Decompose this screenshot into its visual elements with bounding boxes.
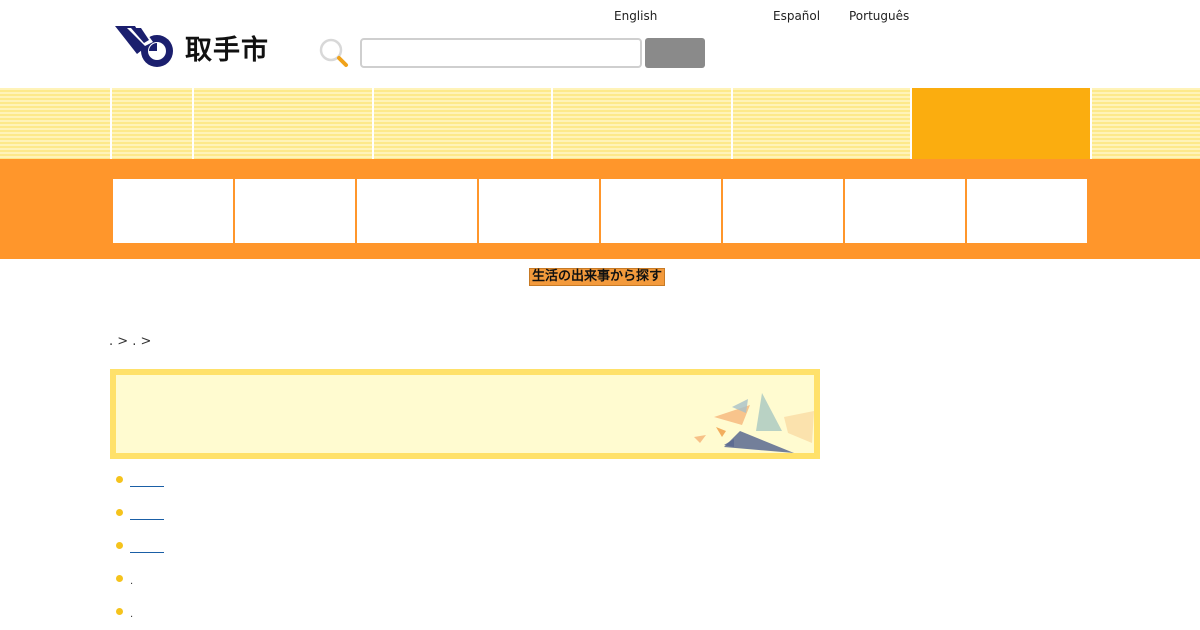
- page-link-list: . .: [113, 470, 164, 630]
- global-nav-item-3[interactable]: [372, 88, 551, 159]
- list-item: [113, 470, 164, 503]
- city-logo[interactable]: 取手市: [113, 24, 269, 70]
- decorative-triangles-icon: [694, 393, 814, 453]
- bullet-icon: [116, 575, 123, 582]
- global-nav-item-5[interactable]: [731, 88, 910, 159]
- breadcrumb[interactable]: . > . >: [109, 334, 151, 349]
- page-link-2[interactable]: [130, 503, 164, 520]
- list-item: .: [113, 602, 164, 630]
- city-name: 取手市: [185, 34, 269, 66]
- global-nav: [0, 88, 1200, 159]
- list-item: [113, 536, 164, 569]
- page-link-5[interactable]: .: [130, 609, 133, 620]
- global-nav-item-6-active[interactable]: [910, 88, 1090, 159]
- life-event-nav: [0, 159, 1200, 259]
- life-event-tile-3[interactable]: [357, 179, 477, 243]
- list-item: .: [113, 569, 164, 602]
- global-nav-item-7[interactable]: [1090, 88, 1200, 159]
- bullet-icon: [116, 542, 123, 549]
- search-input[interactable]: [360, 38, 642, 68]
- city-emblem-icon: [115, 26, 173, 67]
- search-button[interactable]: [645, 38, 705, 68]
- life-event-tile-7[interactable]: [845, 179, 965, 243]
- global-nav-item-2[interactable]: [192, 88, 372, 159]
- page-link-4[interactable]: .: [130, 576, 133, 587]
- life-event-tile-4[interactable]: [479, 179, 599, 243]
- language-portuguese-link[interactable]: Português: [849, 9, 909, 23]
- global-nav-item-1[interactable]: [110, 88, 192, 159]
- site-header: 取手市 English Español Português: [0, 0, 1200, 88]
- life-event-tile-6[interactable]: [723, 179, 843, 243]
- life-event-section-label: 生活の出来事から探す: [529, 268, 666, 286]
- page-link-1[interactable]: [130, 470, 164, 487]
- life-event-tile-1[interactable]: [113, 179, 233, 243]
- language-spanish-link[interactable]: Español: [773, 9, 820, 23]
- bullet-icon: [116, 509, 123, 516]
- page-link-3[interactable]: [130, 536, 164, 553]
- life-event-tile-2[interactable]: [235, 179, 355, 243]
- global-nav-item-4[interactable]: [551, 88, 731, 159]
- language-english-link[interactable]: English: [614, 9, 657, 23]
- page-title-banner: [110, 369, 820, 459]
- list-item: [113, 503, 164, 536]
- search-icon: [319, 38, 348, 67]
- bullet-icon: [116, 608, 123, 615]
- life-event-tile-8[interactable]: [967, 179, 1087, 243]
- bullet-icon: [116, 476, 123, 483]
- life-event-tile-5[interactable]: [601, 179, 721, 243]
